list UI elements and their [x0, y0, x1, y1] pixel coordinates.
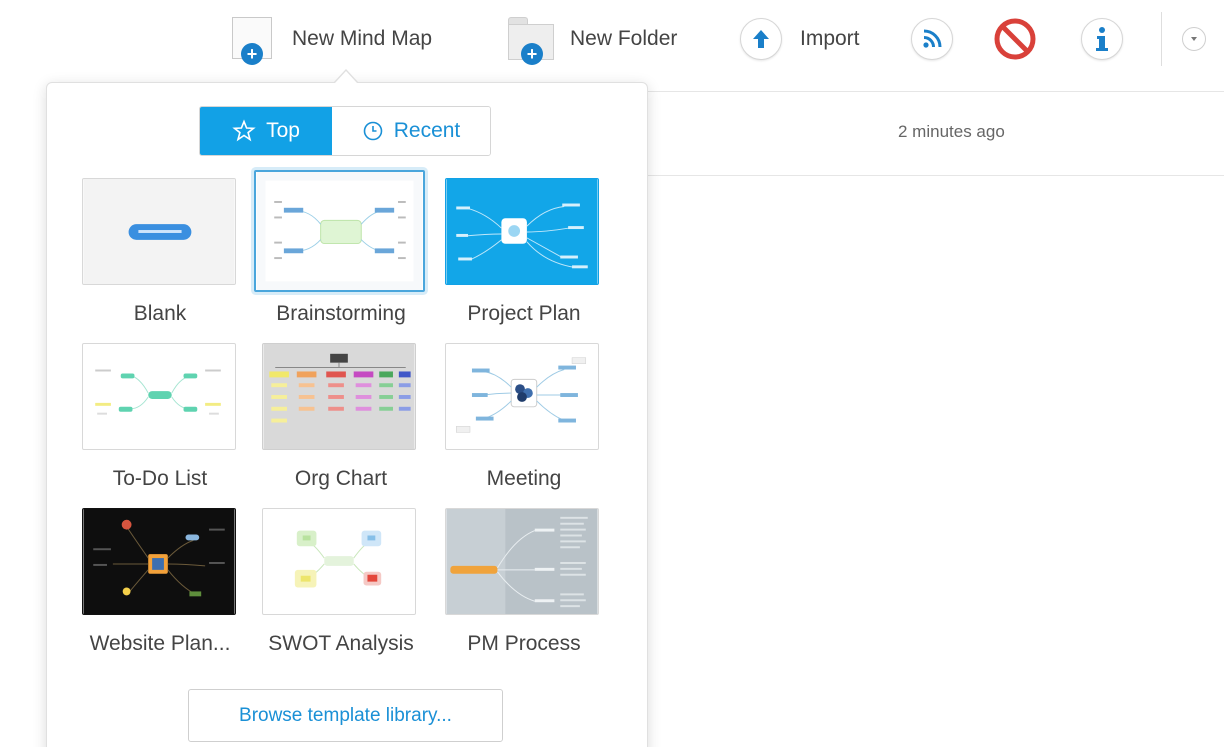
brainstorming-template-thumbnail	[256, 172, 423, 290]
todo-list-template-thumbnail	[83, 344, 235, 449]
org-chart-template-thumbnail	[263, 344, 415, 449]
clock-icon	[363, 121, 383, 141]
template-org-chart-tile[interactable]	[262, 343, 416, 450]
info-button[interactable]	[1081, 18, 1123, 60]
tab-recent[interactable]: Recent	[332, 107, 490, 155]
pm-process-template-thumbnail	[446, 509, 598, 614]
template-blank-tile[interactable]	[82, 178, 236, 285]
list-row-modified-time: 2 minutes ago	[898, 122, 1005, 141]
list-header-divider	[646, 91, 1224, 92]
website-plan-template-thumbnail	[83, 509, 235, 614]
new-folder-button[interactable]: + New Folder	[506, 12, 677, 66]
rss-icon	[923, 29, 942, 48]
swot-analysis-template-thumbnail	[263, 509, 415, 614]
toolbar-divider	[1161, 12, 1162, 66]
template-brainstorming-label: Brainstorming	[276, 302, 406, 325]
template-todo-list-tile[interactable]	[82, 343, 236, 450]
folder-plus-icon: +	[506, 13, 558, 65]
block-button[interactable]	[992, 16, 1038, 67]
template-pm-process-tile[interactable]	[445, 508, 599, 615]
info-icon	[1096, 27, 1108, 51]
template-pm-process-label: PM Process	[467, 632, 581, 655]
template-blank-label: Blank	[133, 302, 187, 325]
template-project-plan-tile[interactable]	[445, 178, 599, 285]
template-meeting-tile[interactable]	[445, 343, 599, 450]
template-swot-analysis-label: SWOT Analysis	[268, 632, 414, 655]
block-icon	[994, 18, 1036, 60]
rss-button[interactable]	[911, 18, 953, 60]
import-button[interactable]: Import	[740, 12, 860, 66]
template-todo-list-label: To-Do List	[112, 467, 208, 490]
template-meeting-label: Meeting	[486, 467, 562, 490]
template-tabs: Top Recent	[199, 106, 491, 156]
chevron-down-icon	[1191, 37, 1197, 41]
template-org-chart-label: Org Chart	[294, 467, 388, 490]
template-swot-analysis-tile[interactable]	[262, 508, 416, 615]
template-project-plan-label: Project Plan	[467, 302, 581, 325]
project-plan-template-thumbnail	[446, 179, 598, 284]
meeting-template-thumbnail	[446, 344, 598, 449]
template-website-plan-label: Website Plan...	[89, 632, 231, 655]
list-row-divider	[646, 175, 1224, 176]
document-plus-icon: +	[228, 13, 280, 65]
tab-top[interactable]: Top	[200, 107, 332, 155]
tab-recent-label: Recent	[393, 119, 461, 142]
template-website-plan-tile[interactable]	[82, 508, 236, 615]
new-mind-map-button[interactable]: + New Mind Map	[228, 12, 432, 66]
import-label: Import	[800, 27, 860, 50]
upload-arrow-icon	[740, 18, 782, 60]
toolbar: + New Mind Map + New Folder Import	[0, 0, 1224, 82]
tab-top-label: Top	[266, 119, 300, 142]
star-icon	[232, 119, 256, 142]
more-dropdown-button[interactable]	[1182, 27, 1206, 51]
new-mind-map-label: New Mind Map	[292, 27, 433, 50]
browse-template-library-button[interactable]: Browse template library...	[188, 689, 503, 742]
template-brainstorming-tile[interactable]	[254, 170, 425, 292]
blank-template-thumbnail	[83, 179, 235, 284]
new-folder-label: New Folder	[570, 27, 678, 50]
